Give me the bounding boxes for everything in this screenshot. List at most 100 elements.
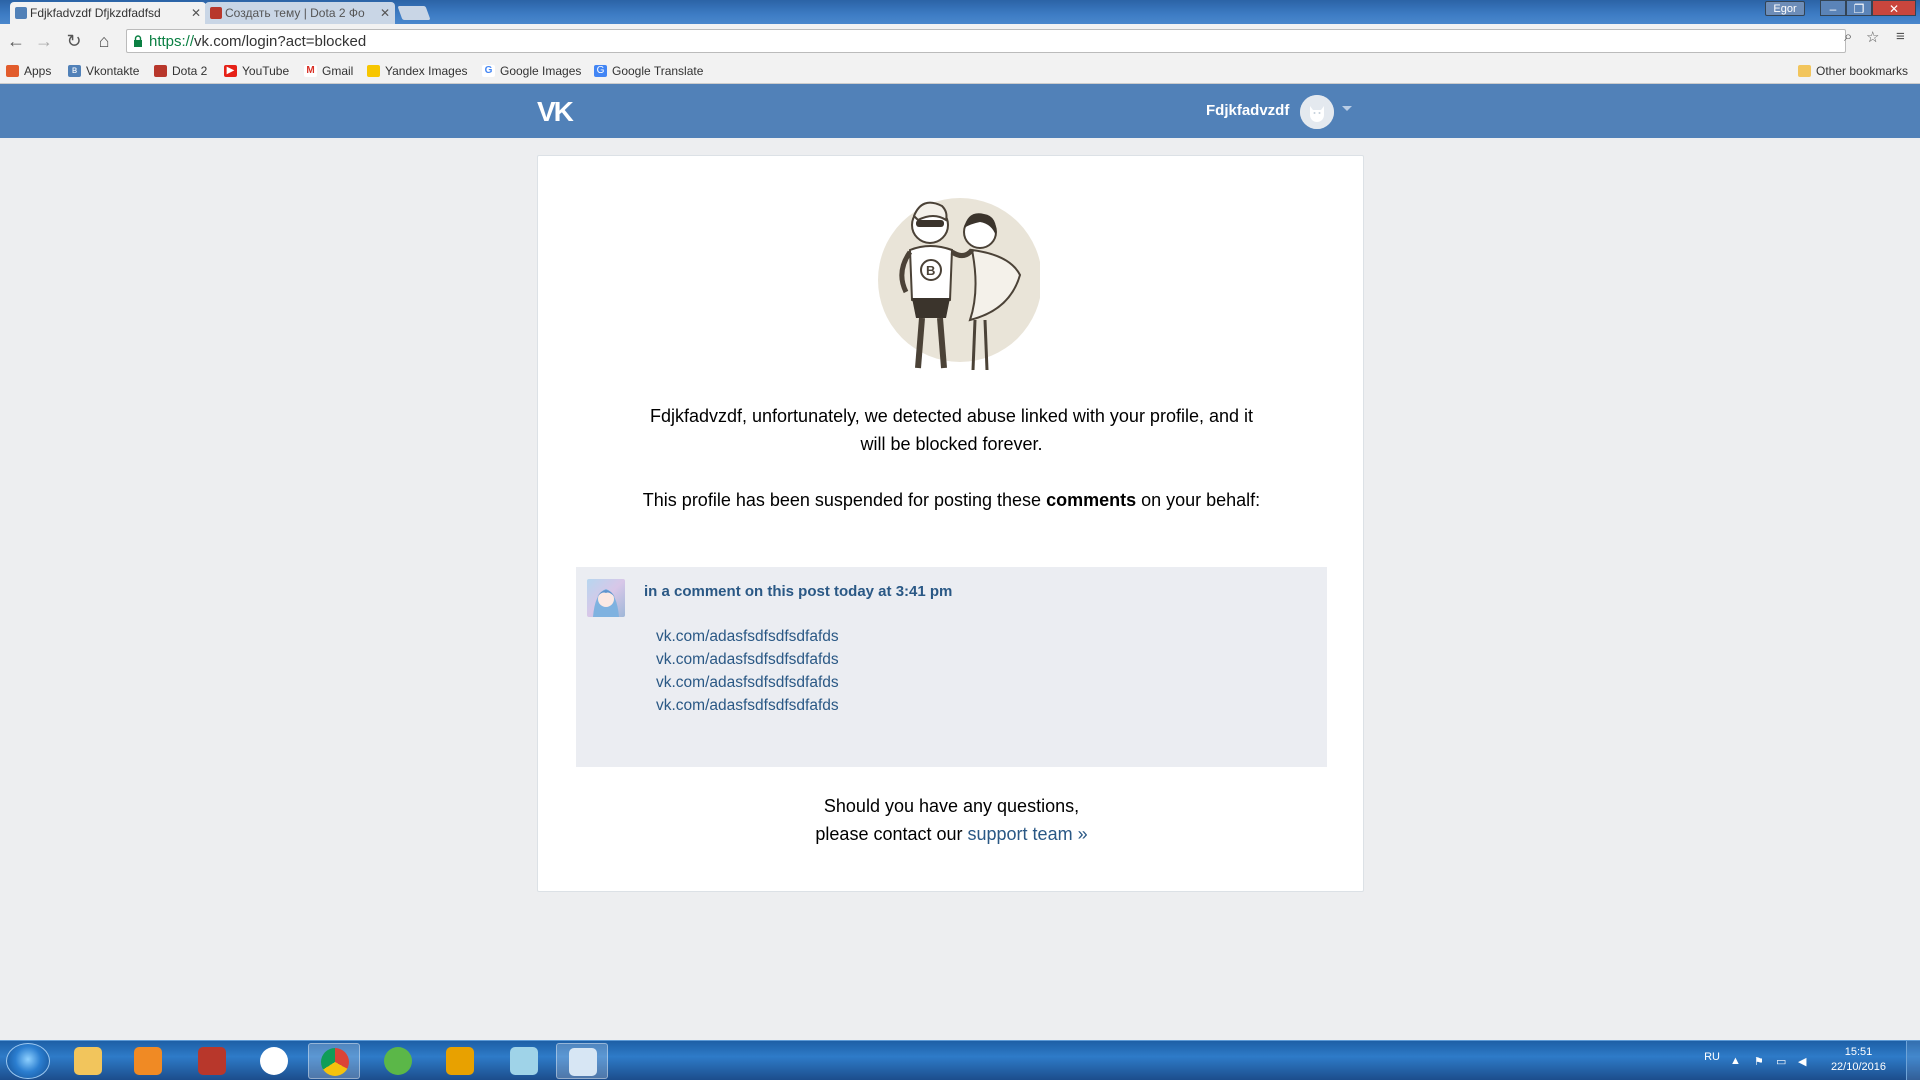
chrome-taskbar-button[interactable] (308, 1043, 360, 1079)
system-tray: RU ▲ ⚑ ▭ ◀ 15:51 22/10/2016 (1680, 1041, 1920, 1080)
apps-grid-icon (6, 65, 19, 77)
chrome-icon (321, 1048, 349, 1076)
avatar[interactable] (1300, 95, 1334, 129)
clock-time: 15:51 (1844, 1046, 1873, 1058)
clock-date: 22/10/2016 (1830, 1061, 1886, 1073)
new-tab-button[interactable] (397, 6, 431, 20)
comment-link[interactable]: vk.com/adasfsdfsdfsdfafds (656, 648, 839, 671)
comments-emphasis: comments (1046, 490, 1137, 510)
minimize-icon[interactable]: – (1820, 0, 1846, 16)
clock[interactable]: 15:51 22/10/2016 (1831, 1045, 1886, 1075)
bookmarks-bar: Apps в Vkontakte Dota 2 ▶ YouTube M Gmai… (0, 58, 1920, 84)
volume-icon[interactable]: ◀ (1798, 1055, 1810, 1068)
comment-link[interactable]: vk.com/adasfsdfsdfsdfafds (656, 671, 839, 694)
dota-favicon-icon (210, 7, 222, 19)
windows-taskbar: RU ▲ ⚑ ▭ ◀ 15:51 22/10/2016 (0, 1040, 1920, 1080)
suspension-reason: This profile has been suspended for post… (642, 490, 1261, 510)
lock-icon (134, 35, 142, 47)
folder-icon (74, 1047, 102, 1075)
yandex-images-icon (367, 65, 380, 77)
menu-icon[interactable]: ≡ (1896, 28, 1905, 45)
comment-link[interactable]: vk.com/adasfsdfsdfsdfafds (656, 625, 839, 648)
bookmark-other[interactable]: Other bookmarks (1798, 63, 1908, 79)
yandex-browser-taskbar-button[interactable] (248, 1043, 300, 1079)
bookmark-yandex-images[interactable]: Yandex Images (367, 63, 468, 79)
bookmark-vkontakte[interactable]: в Vkontakte (68, 63, 139, 79)
default-avatar-icon (1300, 95, 1334, 129)
start-button[interactable] (6, 1043, 50, 1079)
media-player-icon (134, 1047, 162, 1075)
tab-title: Fdjkfadvzdf Dfjkzdfadfsd (30, 6, 161, 20)
show-hidden-icons-icon[interactable]: ▲ (1730, 1055, 1742, 1067)
browser-profile-button[interactable]: Egor (1765, 1, 1805, 16)
offending-comment: in a comment on this post today at 3:41 … (576, 567, 1327, 767)
dota-icon (198, 1047, 226, 1075)
bookmark-star-icon[interactable]: ☆ (1866, 28, 1879, 46)
show-desktop-button[interactable] (1906, 1041, 1920, 1080)
google-translate-icon: G (594, 65, 607, 77)
bookmark-youtube[interactable]: ▶ YouTube (224, 63, 289, 79)
bookmark-gmail[interactable]: M Gmail (304, 63, 353, 79)
vk-header: VK Fdjkfadvzdf (0, 84, 1920, 138)
close-tab-icon[interactable]: ✕ (380, 2, 390, 24)
winamp-taskbar-button[interactable] (434, 1043, 486, 1079)
vk-favicon-icon (15, 7, 27, 19)
chevron-down-icon[interactable] (1342, 106, 1352, 111)
gmail-icon: M (304, 65, 317, 77)
comment-meta-link[interactable]: in a comment on this post today at 3:41 … (644, 583, 952, 600)
tab-vk[interactable]: Fdjkfadvzdf Dfjkzdfadfsd ✕ (10, 2, 206, 24)
avatar[interactable] (587, 579, 625, 617)
zoom-icon[interactable]: ⌕ (1844, 28, 1852, 45)
vk-icon: в (68, 65, 81, 77)
superhero-illustration: B (878, 198, 1040, 371)
notepad-taskbar-button[interactable] (498, 1043, 550, 1079)
vk-logo[interactable]: VK (537, 98, 574, 126)
blocked-message: Fdjkfadvzdf, unfortunately, we detected … (649, 406, 1253, 454)
folder-icon (1798, 65, 1811, 77)
bookmark-google-translate[interactable]: G Google Translate (594, 63, 703, 79)
yandex-icon (260, 1047, 288, 1075)
browser-tab-strip: Fdjkfadvzdf Dfjkzdfadfsd ✕ Создать тему … (0, 0, 1920, 24)
explorer-taskbar-button[interactable] (62, 1043, 114, 1079)
footer-contact: please contact our support team » (815, 824, 1088, 844)
home-icon[interactable]: ⌂ (94, 31, 114, 51)
comment-text: vk.com/adasfsdfsdfsdfafds vk.com/adasfsd… (656, 625, 839, 717)
footer-question: Should you have any questions, (823, 796, 1080, 816)
notepad-icon (510, 1047, 538, 1075)
tab-dota-forum[interactable]: Создать тему | Dota 2 Фо ✕ (205, 2, 395, 24)
window-controls: – ❐ ✕ (1820, 0, 1916, 18)
blocked-notice-card: B Fdjkfadvzdf, unfortunately, we detecte… (537, 155, 1364, 892)
paint-taskbar-button[interactable] (556, 1043, 608, 1079)
browser-toolbar: ← → ↻ ⌂ https://vk.com/login?act=blocked… (0, 24, 1920, 58)
media-player-taskbar-button[interactable] (122, 1043, 174, 1079)
bookmark-dota2[interactable]: Dota 2 (154, 63, 207, 79)
utorrent-icon (384, 1047, 412, 1075)
reload-icon[interactable]: ↻ (64, 31, 84, 51)
close-window-icon[interactable]: ✕ (1872, 0, 1916, 16)
support-footer: Should you have any questions, please co… (638, 792, 1265, 848)
svg-text:B: B (926, 263, 935, 278)
tab-title: Создать тему | Dota 2 Фо (225, 6, 365, 20)
action-center-flag-icon[interactable]: ⚑ (1754, 1055, 1766, 1068)
support-team-link[interactable]: support team » (968, 824, 1088, 844)
forward-arrow-icon[interactable]: → (34, 31, 54, 51)
comment-link[interactable]: vk.com/adasfsdfsdfsdfafds (656, 694, 839, 717)
language-indicator[interactable]: RU (1704, 1051, 1720, 1063)
dota-icon (154, 65, 167, 77)
google-icon: G (482, 65, 495, 77)
dota2-taskbar-button[interactable] (186, 1043, 238, 1079)
paint-icon (569, 1048, 597, 1076)
anime-avatar-icon (593, 589, 619, 617)
url-text: https://vk.com/login?act=blocked (149, 33, 367, 50)
youtube-icon: ▶ (224, 65, 237, 77)
header-user-name[interactable]: Fdjkfadvzdf (1206, 102, 1289, 119)
bookmark-google-images[interactable]: G Google Images (482, 63, 581, 79)
close-tab-icon[interactable]: ✕ (191, 2, 201, 24)
restore-icon[interactable]: ❐ (1846, 0, 1872, 16)
address-bar[interactable]: https://vk.com/login?act=blocked (126, 29, 1846, 53)
bookmark-apps[interactable]: Apps (6, 63, 51, 79)
winamp-icon (446, 1047, 474, 1075)
back-arrow-icon[interactable]: ← (6, 31, 26, 51)
utorrent-taskbar-button[interactable] (372, 1043, 424, 1079)
network-icon[interactable]: ▭ (1776, 1055, 1788, 1068)
